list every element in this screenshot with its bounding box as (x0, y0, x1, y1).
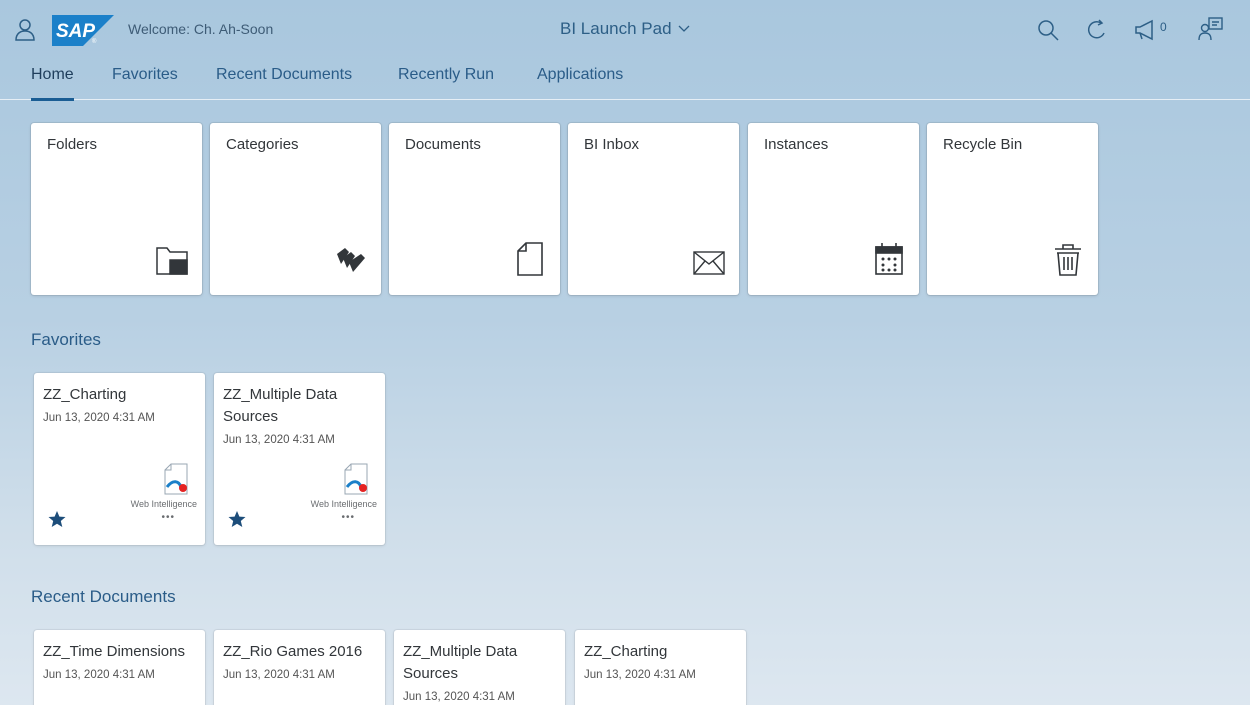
tile-label: Folders (47, 136, 98, 153)
recent-document-card[interactable]: ZZ_Time Dimensions Jun 13, 2020 4:31 AM (34, 630, 205, 705)
tile-bi-inbox[interactable]: BI Inbox (568, 123, 739, 295)
recent-document-card[interactable]: ZZ_Multiple Data Sources Jun 13, 2020 4:… (394, 630, 565, 705)
tab-bar: Home Favorites Recent Documents Recently… (0, 58, 1250, 101)
tab-applications[interactable]: Applications (537, 66, 623, 100)
tile-label: Instances (764, 136, 829, 153)
document-icon (517, 242, 543, 276)
tab-recent-documents[interactable]: Recent Documents (216, 66, 352, 100)
help-icon[interactable] (1198, 16, 1224, 42)
web-intelligence-icon (344, 463, 368, 495)
document-date: Jun 13, 2020 4:31 AM (223, 434, 335, 446)
recent-documents-section-title: Recent Documents (31, 587, 176, 606)
tab-home[interactable]: Home (31, 66, 74, 101)
chevron-down-icon (678, 25, 689, 32)
star-icon[interactable] (228, 510, 246, 528)
favorite-card[interactable]: ZZ_Charting Jun 13, 2020 4:31 AM Web Int… (34, 373, 205, 545)
document-type-label: Web Intelligence (130, 499, 197, 509)
tile-categories[interactable]: Categories (210, 123, 381, 295)
search-icon[interactable] (1037, 19, 1059, 41)
refresh-icon[interactable] (1086, 19, 1108, 41)
user-icon[interactable] (14, 18, 36, 42)
recent-document-card[interactable]: ZZ_Charting Jun 13, 2020 4:31 AM (575, 630, 746, 705)
favorite-card[interactable]: ZZ_Multiple Data Sources Jun 13, 2020 4:… (214, 373, 385, 545)
megaphone-icon[interactable] (1134, 19, 1158, 41)
categories-icon (337, 248, 365, 272)
document-name: ZZ_Charting (584, 643, 668, 660)
trash-icon (1055, 244, 1081, 276)
document-date: Jun 13, 2020 4:31 AM (43, 412, 155, 424)
notification-count: 0 (1160, 20, 1167, 34)
document-type-label: Web Intelligence (310, 499, 377, 509)
calendar-icon (875, 243, 903, 275)
tile-label: Recycle Bin (943, 136, 1023, 153)
welcome-text: Welcome: Ch. Ah-Soon (128, 21, 274, 37)
more-options-icon[interactable]: ••• (341, 512, 355, 523)
app-title: BI Launch Pad (560, 19, 672, 38)
more-options-icon[interactable]: ••• (161, 512, 175, 523)
tab-recently-run[interactable]: Recently Run (398, 66, 494, 100)
sap-logo[interactable]: SAP ® (52, 15, 114, 46)
document-name: ZZ_Multiple Data Sources (223, 386, 338, 425)
tile-documents[interactable]: Documents (389, 123, 560, 295)
document-date: Jun 13, 2020 4:31 AM (43, 669, 155, 681)
tile-label: BI Inbox (584, 136, 640, 153)
document-name: ZZ_Time Dimensions (43, 643, 185, 660)
shell-bar: SAP ® Welcome: Ch. Ah-Soon BI Launch Pad… (0, 0, 1250, 58)
tile-recycle-bin[interactable]: Recycle Bin (927, 123, 1098, 295)
tab-favorites[interactable]: Favorites (112, 66, 178, 100)
document-name: ZZ_Charting (43, 386, 127, 403)
star-icon[interactable] (48, 510, 66, 528)
document-date: Jun 13, 2020 4:31 AM (584, 669, 696, 681)
folder-icon (156, 247, 188, 275)
document-date: Jun 13, 2020 4:31 AM (223, 669, 335, 681)
favorites-section-title: Favorites (31, 330, 101, 349)
tile-instances[interactable]: Instances (748, 123, 919, 295)
svg-text:®: ® (92, 38, 97, 45)
svg-text:SAP: SAP (56, 21, 95, 42)
document-name: ZZ_Multiple Data Sources (403, 643, 518, 682)
web-intelligence-icon (164, 463, 188, 495)
envelope-icon (693, 251, 725, 275)
recent-document-card[interactable]: ZZ_Rio Games 2016 Jun 13, 2020 4:31 AM (214, 630, 385, 705)
tile-label: Documents (405, 136, 481, 153)
tile-label: Categories (226, 136, 299, 153)
tile-folders[interactable]: Folders (31, 123, 202, 295)
app-title-menu[interactable]: BI Launch Pad (560, 19, 690, 39)
document-name: ZZ_Rio Games 2016 (223, 643, 363, 660)
document-date: Jun 13, 2020 4:31 AM (403, 691, 515, 703)
